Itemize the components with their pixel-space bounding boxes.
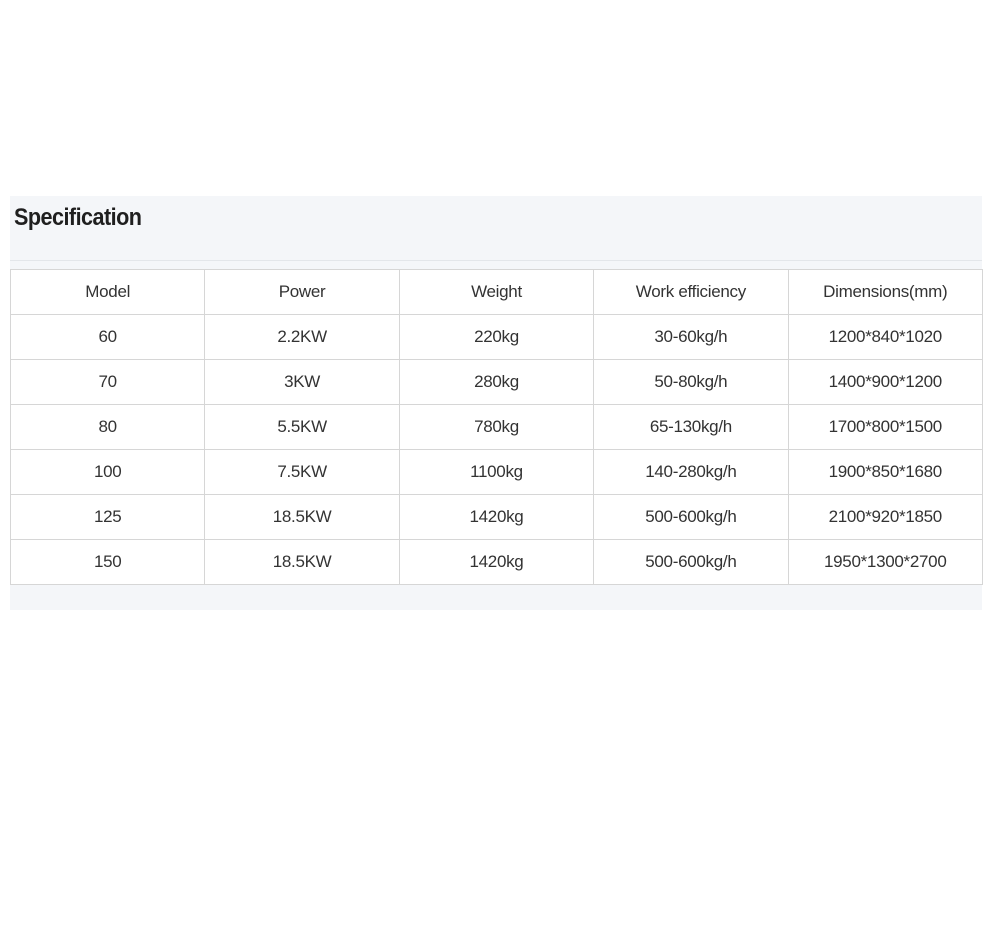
cell-weight: 780kg <box>398 404 595 450</box>
cell-weight: 220kg <box>398 314 595 360</box>
cell-work-efficiency: 140-280kg/h <box>593 449 789 495</box>
header-weight: Weight <box>398 269 595 315</box>
cell-dimensions: 1200*840*1020 <box>787 314 983 360</box>
table-header-row: Model Power Weight Work efficiency Dimen… <box>9 269 983 315</box>
title-divider <box>10 260 982 261</box>
cell-model: 100 <box>9 449 206 495</box>
cell-weight: 280kg <box>398 359 595 405</box>
cell-power: 3KW <box>204 359 400 405</box>
cell-power: 2.2KW <box>204 314 400 360</box>
specification-table: Model Power Weight Work efficiency Dimen… <box>9 269 983 585</box>
cell-dimensions: 2100*920*1850 <box>787 494 983 540</box>
cell-weight: 1420kg <box>398 494 595 540</box>
cell-dimensions: 1900*850*1680 <box>787 449 983 495</box>
cell-power: 18.5KW <box>204 539 400 585</box>
header-work-efficiency: Work efficiency <box>593 269 789 315</box>
cell-model: 125 <box>9 494 206 540</box>
cell-power: 18.5KW <box>204 494 400 540</box>
header-model: Model <box>9 269 206 315</box>
table-row: 125 18.5KW 1420kg 500-600kg/h 2100*920*1… <box>9 494 983 540</box>
section-title: Specification <box>14 204 142 231</box>
table-row: 60 2.2KW 220kg 30-60kg/h 1200*840*1020 <box>9 314 983 360</box>
cell-work-efficiency: 500-600kg/h <box>593 494 789 540</box>
cell-dimensions: 1700*800*1500 <box>787 404 983 450</box>
cell-power: 5.5KW <box>204 404 400 450</box>
header-power: Power <box>204 269 400 315</box>
header-dimensions: Dimensions(mm) <box>787 269 983 315</box>
cell-weight: 1100kg <box>398 449 595 495</box>
cell-model: 60 <box>9 314 206 360</box>
cell-dimensions: 1950*1300*2700 <box>787 539 983 585</box>
cell-model: 80 <box>9 404 206 450</box>
specification-section: Specification Model Power Weight Work ef… <box>9 196 983 610</box>
table-row: 100 7.5KW 1100kg 140-280kg/h 1900*850*16… <box>9 449 983 495</box>
table-row: 70 3KW 280kg 50-80kg/h 1400*900*1200 <box>9 359 983 405</box>
cell-dimensions: 1400*900*1200 <box>787 359 983 405</box>
cell-weight: 1420kg <box>398 539 595 585</box>
table-row: 80 5.5KW 780kg 65-130kg/h 1700*800*1500 <box>9 404 983 450</box>
cell-power: 7.5KW <box>204 449 400 495</box>
cell-work-efficiency: 30-60kg/h <box>593 314 789 360</box>
cell-model: 70 <box>9 359 206 405</box>
cell-model: 150 <box>9 539 206 585</box>
cell-work-efficiency: 50-80kg/h <box>593 359 789 405</box>
cell-work-efficiency: 500-600kg/h <box>593 539 789 585</box>
cell-work-efficiency: 65-130kg/h <box>593 404 789 450</box>
table-row: 150 18.5KW 1420kg 500-600kg/h 1950*1300*… <box>9 539 983 585</box>
